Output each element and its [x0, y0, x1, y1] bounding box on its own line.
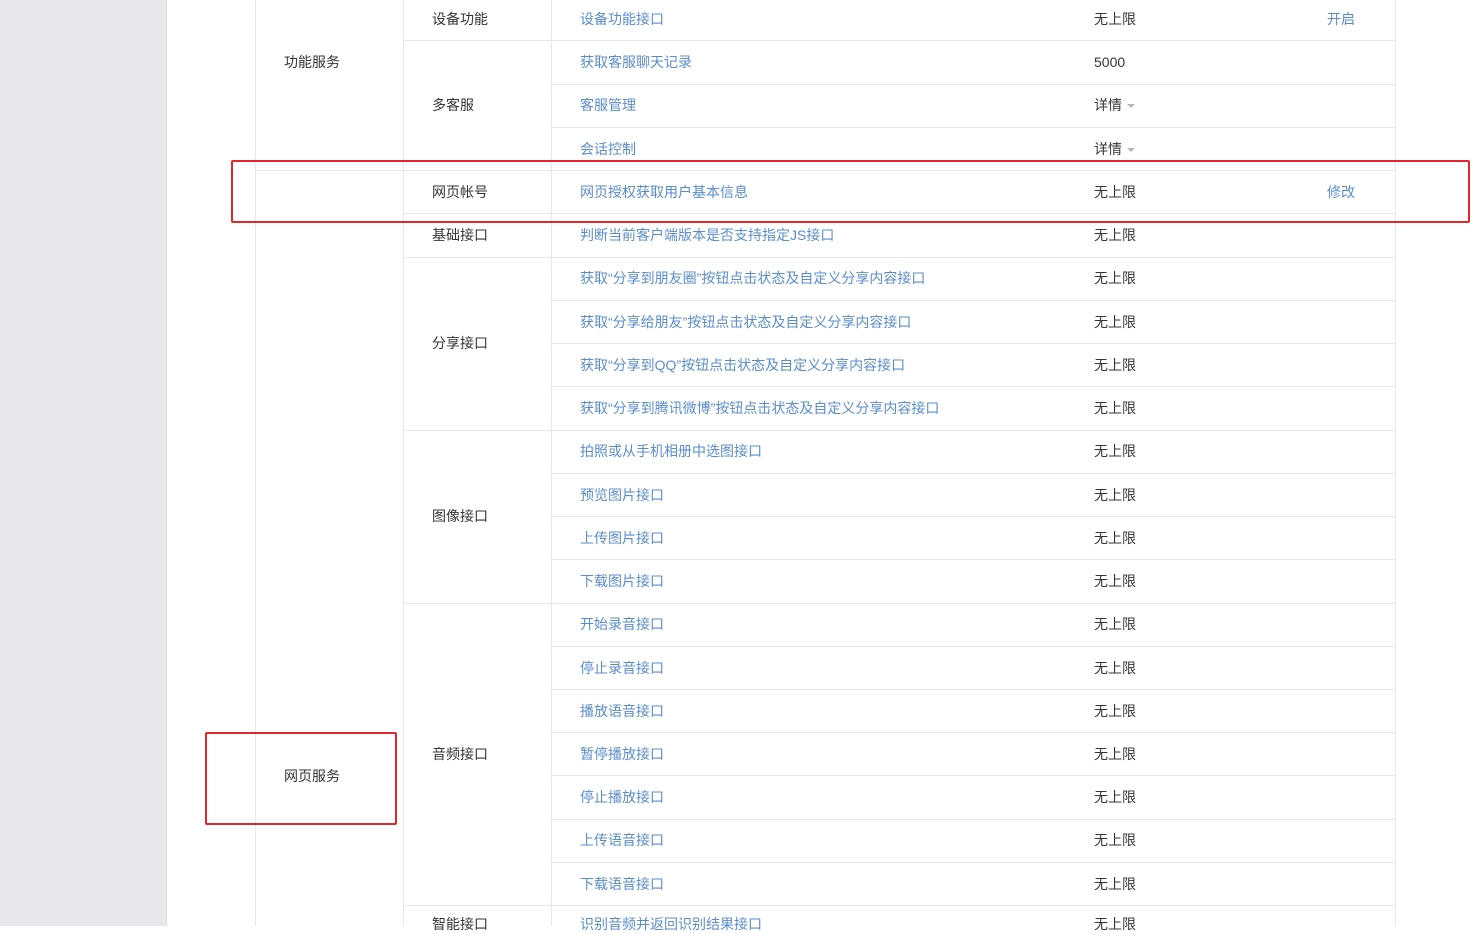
row-divider: [551, 386, 1396, 387]
api-link[interactable]: 停止录音接口: [580, 658, 664, 678]
api-link[interactable]: 下载语音接口: [580, 874, 664, 894]
api-link[interactable]: 上传图片接口: [580, 528, 664, 548]
quota-value: 无上限: [1094, 660, 1136, 676]
row-divider: [551, 559, 1396, 560]
row-divider: [403, 603, 1396, 604]
api-link[interactable]: 获取“分享到腾讯微博”按钮点击状态及自定义分享内容接口: [580, 398, 939, 418]
row-divider: [551, 516, 1396, 517]
api-link[interactable]: 拍照或从手机相册中选图接口: [580, 441, 762, 461]
group-label: 分享接口: [432, 335, 488, 351]
group-column-divider: [551, 0, 552, 926]
quota-value: 无上限: [1094, 314, 1136, 330]
row-divider: [403, 430, 1396, 431]
highlight-box-web-service-category: [205, 732, 397, 825]
quota-value: 无上限: [1094, 832, 1136, 848]
api-link[interactable]: 上传语音接口: [580, 830, 664, 850]
group-label: 图像接口: [432, 508, 488, 524]
quota-value: 无上限: [1094, 487, 1136, 503]
quota-value: 无上限: [1094, 916, 1136, 932]
quota-value: 无上限: [1094, 11, 1136, 27]
caret-down-icon: [1127, 104, 1135, 109]
row-divider: [551, 819, 1396, 820]
quota-value: 无上限: [1094, 746, 1136, 762]
quota-details-dropdown[interactable]: 详情: [1094, 95, 1135, 115]
row-divider: [551, 862, 1396, 863]
api-link[interactable]: 判断当前客户端版本是否支持指定JS接口: [580, 225, 834, 245]
row-divider: [551, 84, 1396, 85]
quota-value: 无上限: [1094, 573, 1136, 589]
api-link[interactable]: 获取“分享到朋友圈”按钮点击状态及自定义分享内容接口: [580, 268, 925, 288]
quota-value: 无上限: [1094, 703, 1136, 719]
row-divider: [551, 646, 1396, 647]
api-link[interactable]: 识别音频并返回识别结果接口: [580, 914, 762, 934]
quota-details-label: 详情: [1094, 97, 1122, 113]
highlight-box-web-account-row: [231, 160, 1470, 223]
row-divider: [551, 127, 1396, 128]
row-divider: [551, 775, 1396, 776]
api-link[interactable]: 预览图片接口: [580, 485, 664, 505]
table-right-border: [1395, 0, 1396, 926]
enable-link[interactable]: 开启: [1327, 9, 1355, 29]
api-link[interactable]: 播放语音接口: [580, 701, 664, 721]
row-divider: [403, 257, 1396, 258]
group-label: 设备功能: [432, 11, 488, 27]
group-label: 基础接口: [432, 227, 488, 243]
group-label: 音频接口: [432, 746, 488, 762]
group-label: 智能接口: [432, 916, 488, 932]
left-sidebar-background: [0, 0, 166, 926]
quota-value: 无上限: [1094, 443, 1136, 459]
row-divider: [551, 343, 1396, 344]
api-link[interactable]: 获取客服聊天记录: [580, 52, 692, 72]
quota-details-label: 详情: [1094, 141, 1122, 157]
quota-value: 无上限: [1094, 357, 1136, 373]
api-link[interactable]: 开始录音接口: [580, 614, 664, 634]
quota-value: 无上限: [1094, 876, 1136, 892]
api-link[interactable]: 获取“分享给朋友”按钮点击状态及自定义分享内容接口: [580, 312, 911, 332]
row-divider: [551, 732, 1396, 733]
row-divider: [551, 689, 1396, 690]
caret-down-icon: [1127, 148, 1135, 153]
category-label: 功能服务: [284, 54, 340, 70]
api-link[interactable]: 会话控制: [580, 139, 636, 159]
api-link[interactable]: 获取“分享到QQ”按钮点击状态及自定义分享内容接口: [580, 355, 905, 375]
api-link[interactable]: 下载图片接口: [580, 571, 664, 591]
row-divider: [403, 905, 1396, 906]
quota-value: 无上限: [1094, 616, 1136, 632]
quota-value: 5000: [1094, 54, 1126, 70]
quota-details-dropdown[interactable]: 详情: [1094, 139, 1135, 159]
api-link[interactable]: 停止播放接口: [580, 787, 664, 807]
quota-value: 无上限: [1094, 400, 1136, 416]
quota-value: 无上限: [1094, 789, 1136, 805]
quota-value: 无上限: [1094, 270, 1136, 286]
row-divider: [551, 473, 1396, 474]
quota-value: 无上限: [1094, 530, 1136, 546]
row-divider: [403, 40, 1396, 41]
row-divider: [551, 300, 1396, 301]
api-link[interactable]: 设备功能接口: [580, 9, 664, 29]
api-link[interactable]: 暂停播放接口: [580, 744, 664, 764]
group-label: 多客服: [432, 97, 474, 113]
api-link[interactable]: 客服管理: [580, 95, 636, 115]
category-column-divider: [403, 0, 404, 926]
sidebar-divider: [166, 0, 167, 926]
quota-value: 无上限: [1094, 227, 1136, 243]
